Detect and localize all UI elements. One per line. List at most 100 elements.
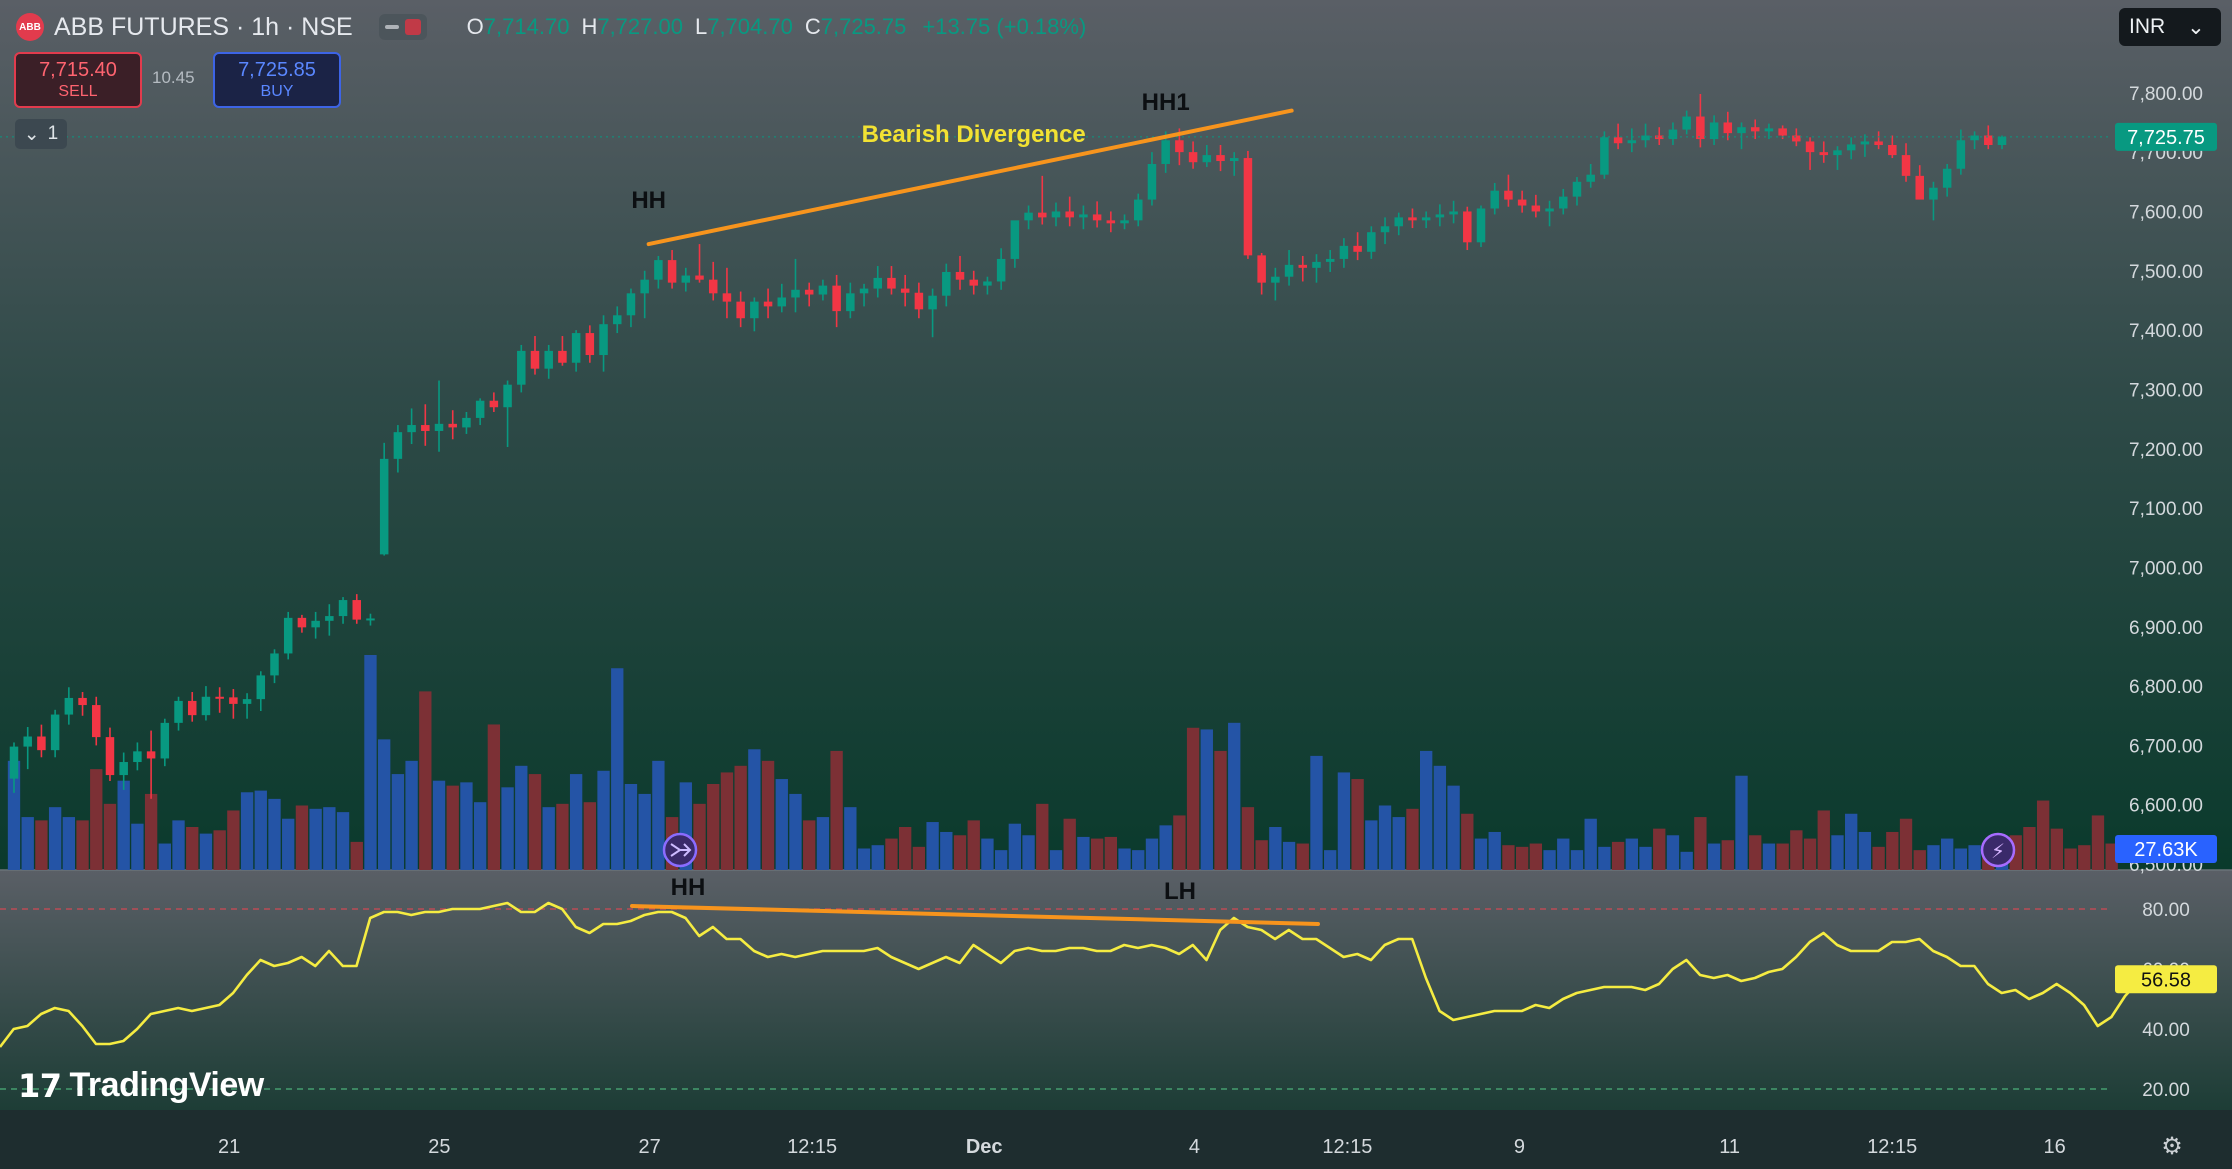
candle-body (640, 279, 649, 294)
candle-body (928, 295, 937, 310)
candle-body (1188, 152, 1198, 163)
candle-body (1929, 187, 1938, 200)
volume-bar (1282, 841, 1296, 870)
volume-bar (1790, 830, 1803, 870)
candle-body (626, 293, 636, 316)
candle-body (37, 736, 46, 751)
sell-label: SELL (58, 83, 98, 100)
candle-body (1860, 141, 1870, 145)
candle-body (1079, 214, 1088, 218)
volume-bar (1118, 848, 1131, 870)
candle-body (1408, 217, 1417, 221)
indicator-count: 1 (47, 123, 59, 144)
volume-bar (213, 830, 226, 870)
volume-bar (569, 774, 583, 870)
volume-bar (103, 803, 117, 870)
volume-bar (378, 739, 391, 870)
ohlc-close: C7,725.75 (804, 14, 907, 39)
candle-body (160, 722, 170, 759)
volume-bar (926, 822, 939, 870)
buy-button[interactable]: 7,725.85 BUY (213, 52, 341, 108)
candle-body (1764, 128, 1774, 132)
candle-body (1394, 217, 1403, 227)
volume-bar (76, 820, 89, 870)
price-axis-label: 7,000.00 (2129, 558, 2203, 579)
price-axis-label: 7,600.00 (2129, 202, 2203, 223)
candle-body (78, 697, 87, 706)
sell-button[interactable]: 7,715.40 SELL (14, 52, 142, 108)
volume-bar (981, 838, 994, 870)
volume-bar (748, 749, 761, 870)
candle-body (9, 746, 19, 779)
volume-bar (336, 812, 350, 870)
candle-body (242, 699, 252, 704)
candle-body (1613, 137, 1623, 144)
candle-body (1750, 127, 1760, 132)
time-axis-label: 25 (428, 1136, 450, 1158)
volume-bar (268, 798, 281, 870)
currency-select[interactable]: INR ⌄ (2119, 8, 2221, 46)
candle-body (1778, 128, 1787, 136)
volume-bar (816, 817, 830, 870)
candle-body (1435, 214, 1445, 218)
candle-body (489, 400, 499, 408)
candle-body (750, 301, 759, 319)
candle-body (887, 277, 896, 289)
volume-bar (994, 850, 1008, 870)
volume-bar (967, 820, 980, 870)
candle-body (1517, 199, 1527, 206)
hh1-label-price: HH1 (1142, 89, 1190, 116)
candle-body (1161, 140, 1170, 164)
rsi-value-label: 56.58 (2141, 969, 2191, 991)
indicators-collapse-button[interactable]: ⌄ 1 (15, 119, 67, 149)
volume-bar (1419, 750, 1433, 870)
candle-body (846, 293, 855, 312)
candle-body (763, 301, 773, 307)
lightning-glyph: ⚡ (1991, 839, 2005, 863)
time-axis-label: 4 (1189, 1136, 1200, 1158)
candle-body (1668, 129, 1678, 140)
candle-body (187, 700, 197, 716)
buy-label: BUY (260, 83, 294, 100)
candle-body (50, 714, 60, 751)
volume-bar (830, 750, 843, 870)
volume-bar (446, 785, 459, 870)
candle-body (1696, 116, 1705, 140)
candle-body (1051, 211, 1061, 218)
volume-bar (350, 841, 363, 870)
volume-bar (789, 793, 802, 870)
volume-bar (1228, 722, 1241, 870)
symbol-title[interactable]: ABB FUTURES · 1h · NSE (54, 13, 353, 42)
volume-bar (1406, 808, 1419, 870)
candle-body (571, 333, 581, 363)
time-axis-label: 12:15 (787, 1136, 837, 1158)
spread-value: 10.45 (152, 68, 195, 87)
candle-body (544, 350, 553, 369)
candle-body (1737, 127, 1746, 134)
price-axis-label: 7,100.00 (2129, 499, 2203, 520)
candle-body (1120, 220, 1129, 224)
volume-bar (1324, 850, 1337, 870)
volume-bar (1214, 750, 1227, 870)
volume-bar (1104, 836, 1117, 870)
volume-bar (775, 779, 788, 870)
tradingview-logo[interactable]: 𝟭𝟳 TradingView (18, 1066, 264, 1105)
chart-canvas[interactable]: 6,500.006,600.006,700.006,800.006,900.00… (0, 0, 2232, 1169)
volume-bar (1735, 775, 1748, 870)
volume-bar (1858, 831, 1872, 870)
candle-body (503, 384, 512, 408)
candle-body (1846, 144, 1856, 151)
volume-bar (62, 817, 76, 870)
time-axis-label: 16 (2044, 1136, 2066, 1158)
rsi-axis-label: 20.00 (2142, 1080, 2190, 1101)
volume-bar (2036, 800, 2050, 870)
visibility-toggle[interactable] (378, 14, 427, 40)
candle-body (1792, 135, 1801, 142)
candle-body (366, 618, 375, 621)
chevron-down-icon: ⌄ (23, 123, 40, 145)
volume-bar (1132, 850, 1145, 870)
volume-value-label: 27.63K (2134, 839, 2198, 861)
volume-bar (186, 827, 199, 870)
candle-body (1627, 140, 1637, 144)
candle-body (667, 260, 677, 283)
